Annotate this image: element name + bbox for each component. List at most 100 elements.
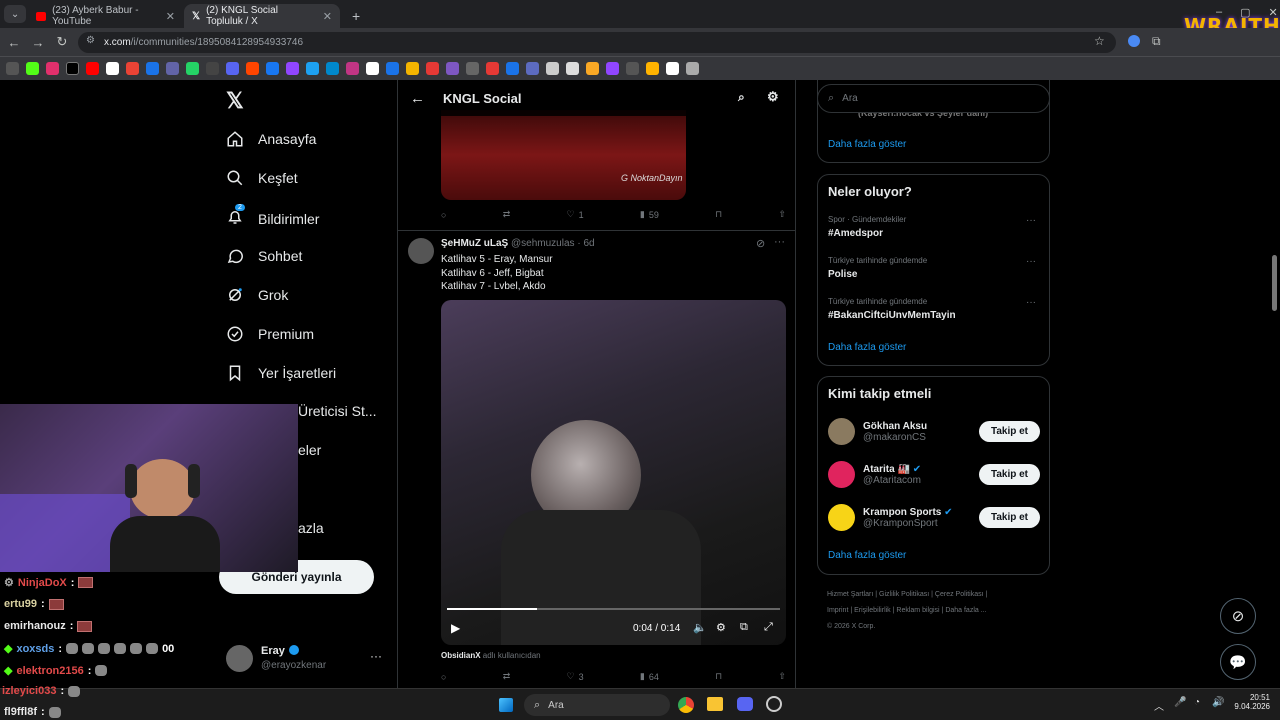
avatar[interactable] bbox=[828, 504, 855, 531]
more-dots-icon[interactable]: ··· bbox=[1026, 297, 1036, 308]
footer-link[interactable]: Reklam bilgisi bbox=[896, 607, 939, 614]
instagram-bookmark-icon[interactable] bbox=[46, 62, 59, 75]
show-more-link[interactable]: Daha fazla göster bbox=[828, 139, 906, 150]
footer-link[interactable]: Gizlilik Politikası bbox=[879, 591, 929, 598]
bookmark-icon[interactable] bbox=[326, 62, 339, 75]
clock[interactable]: 20:51 9.04.2026 bbox=[1232, 693, 1270, 711]
tab-x[interactable]: 𝕏 (2) KNGL Social Topluluk / X ✕ bbox=[184, 4, 340, 28]
facebook-bookmark-icon[interactable] bbox=[266, 62, 279, 75]
kick-bookmark-icon[interactable] bbox=[26, 62, 39, 75]
apps-grid-icon[interactable] bbox=[6, 62, 19, 75]
footer-link[interactable]: Hizmet Şartları bbox=[827, 591, 873, 598]
source-user[interactable]: ObsidianX bbox=[441, 651, 481, 660]
gear-icon[interactable]: ⚙ bbox=[767, 89, 779, 105]
grok-icon[interactable]: ⊘ bbox=[756, 237, 765, 250]
trend-item[interactable]: Türkiye tarihinde gündemde Polise bbox=[828, 256, 927, 280]
nav-home[interactable]: Anasayfa bbox=[226, 130, 316, 148]
footer-link[interactable]: Erişilebilirlik bbox=[854, 607, 891, 614]
bookmark-icon[interactable] bbox=[546, 62, 559, 75]
nav-creator-studio[interactable]: Üreticisi St... bbox=[298, 403, 377, 419]
bookmark-icon[interactable] bbox=[406, 62, 419, 75]
forward-icon[interactable]: → bbox=[26, 35, 50, 50]
video-progress-track[interactable] bbox=[447, 608, 780, 610]
youtube-bookmark-icon[interactable] bbox=[86, 62, 99, 75]
bookmark-icon[interactable] bbox=[486, 62, 499, 75]
app-icon[interactable] bbox=[766, 696, 782, 712]
search-icon[interactable]: ⌕ bbox=[738, 90, 745, 105]
close-icon[interactable]: ✕ bbox=[323, 10, 332, 23]
author-name[interactable]: ŞeHMuZ uLaŞ bbox=[441, 238, 508, 249]
retweet-icon[interactable]: ⇄ bbox=[503, 671, 511, 682]
follow-button[interactable]: Takip et bbox=[978, 421, 1040, 442]
bookmark-icon[interactable] bbox=[346, 62, 359, 75]
new-tab-button[interactable]: + bbox=[344, 4, 368, 28]
chrome-icon[interactable] bbox=[678, 697, 694, 713]
messages-fab[interactable]: 💬 bbox=[1220, 644, 1256, 680]
retweet-icon[interactable]: ⇄ bbox=[503, 209, 511, 220]
bookmark-icon[interactable] bbox=[386, 62, 399, 75]
microphone-icon[interactable]: 🎤 bbox=[1174, 697, 1186, 708]
extensions-puzzle-icon[interactable]: ⧉ bbox=[1152, 34, 1161, 49]
discord-icon[interactable] bbox=[737, 697, 753, 711]
nav-more[interactable]: azla bbox=[298, 520, 324, 536]
show-more-link[interactable]: Daha fazla göster bbox=[828, 342, 906, 353]
gmail-bookmark-icon[interactable] bbox=[126, 62, 139, 75]
volume-icon[interactable]: 🔈 bbox=[693, 621, 707, 634]
account-switcher[interactable]: Eray @erayozkenar ··· bbox=[226, 643, 386, 675]
tab-youtube[interactable]: (23) Ayberk Babur - YouTube ✕ bbox=[28, 4, 183, 28]
nav-notifications[interactable]: 2 Bildirimler bbox=[226, 204, 319, 229]
avatar[interactable] bbox=[408, 238, 434, 264]
nav-chat[interactable]: Sohbet bbox=[226, 247, 302, 265]
grok-fab[interactable]: ⊘ bbox=[1220, 598, 1256, 634]
close-icon[interactable]: ✕ bbox=[166, 10, 175, 23]
bookmark-icon[interactable] bbox=[626, 62, 639, 75]
bookmark-icon[interactable] bbox=[666, 62, 679, 75]
follow-name[interactable]: Gökhan Aksu bbox=[863, 421, 927, 432]
views-button[interactable]: ▮ 59 bbox=[640, 209, 659, 220]
bookmark-icon[interactable] bbox=[206, 62, 219, 75]
more-dots-icon[interactable]: ··· bbox=[1026, 215, 1036, 226]
follow-name[interactable]: Krampon Sports bbox=[863, 507, 941, 518]
tab-search-button[interactable]: ⌄ bbox=[4, 5, 26, 23]
play-icon[interactable]: ▶ bbox=[451, 621, 460, 635]
video-player[interactable]: ▶ 0:04 / 0:14 🔈 ⚙ ⧉ ⤢ bbox=[441, 300, 786, 645]
bookmark-icon[interactable] bbox=[646, 62, 659, 75]
follow-button[interactable]: Takip et bbox=[978, 507, 1040, 528]
gear-icon[interactable]: ⚙ bbox=[716, 621, 726, 634]
bookmark-icon[interactable] bbox=[586, 62, 599, 75]
bookmark-icon[interactable] bbox=[306, 62, 319, 75]
show-more-link[interactable]: Daha fazla göster bbox=[828, 550, 906, 561]
whatsapp-bookmark-icon[interactable] bbox=[186, 62, 199, 75]
more-dots-icon[interactable]: ··· bbox=[1026, 256, 1036, 267]
nav-explore[interactable]: Keşfet bbox=[226, 169, 298, 187]
tweet-time[interactable]: 6d bbox=[583, 238, 594, 249]
footer-link[interactable]: Imprint bbox=[827, 607, 848, 614]
bookmark-icon[interactable] bbox=[606, 62, 619, 75]
follow-name[interactable]: Atarita 🏭 bbox=[863, 464, 910, 475]
scrollbar-thumb[interactable] bbox=[1272, 255, 1277, 311]
google-bookmark-icon[interactable] bbox=[106, 62, 119, 75]
url-field[interactable]: x.com/i/communities/1895084128954933746 bbox=[78, 32, 1116, 53]
twitch-bookmark-icon[interactable] bbox=[286, 62, 299, 75]
x-logo-icon[interactable]: 𝕏 bbox=[226, 88, 244, 114]
x-bookmark-icon[interactable] bbox=[66, 62, 79, 75]
reload-icon[interactable]: ↻ bbox=[50, 34, 74, 50]
reply-icon[interactable]: ○ bbox=[441, 209, 446, 220]
bookmark-icon[interactable] bbox=[506, 62, 519, 75]
drive-bookmark-icon[interactable] bbox=[146, 62, 159, 75]
bookmark-icon[interactable]: ⊓ bbox=[715, 209, 722, 220]
file-explorer-icon[interactable] bbox=[707, 697, 723, 711]
more-dots-icon[interactable]: ··· bbox=[370, 649, 382, 663]
nav-lists[interactable]: eler bbox=[298, 442, 321, 458]
trend-item[interactable]: Spor · Gündemdekiler #Amedspor bbox=[828, 215, 906, 239]
windows-start-icon[interactable] bbox=[499, 698, 513, 712]
back-icon[interactable]: ← bbox=[2, 35, 26, 50]
nav-grok[interactable]: Grok bbox=[226, 286, 288, 304]
back-arrow-icon[interactable]: ← bbox=[410, 90, 425, 107]
avatar[interactable] bbox=[828, 461, 855, 488]
site-info-icon[interactable]: ⚙ bbox=[86, 35, 95, 46]
bookmark-icon[interactable] bbox=[166, 62, 179, 75]
like-button[interactable]: ♡ 1 bbox=[567, 209, 584, 220]
bookmark-icon[interactable] bbox=[246, 62, 259, 75]
reply-icon[interactable]: ○ bbox=[441, 671, 446, 682]
